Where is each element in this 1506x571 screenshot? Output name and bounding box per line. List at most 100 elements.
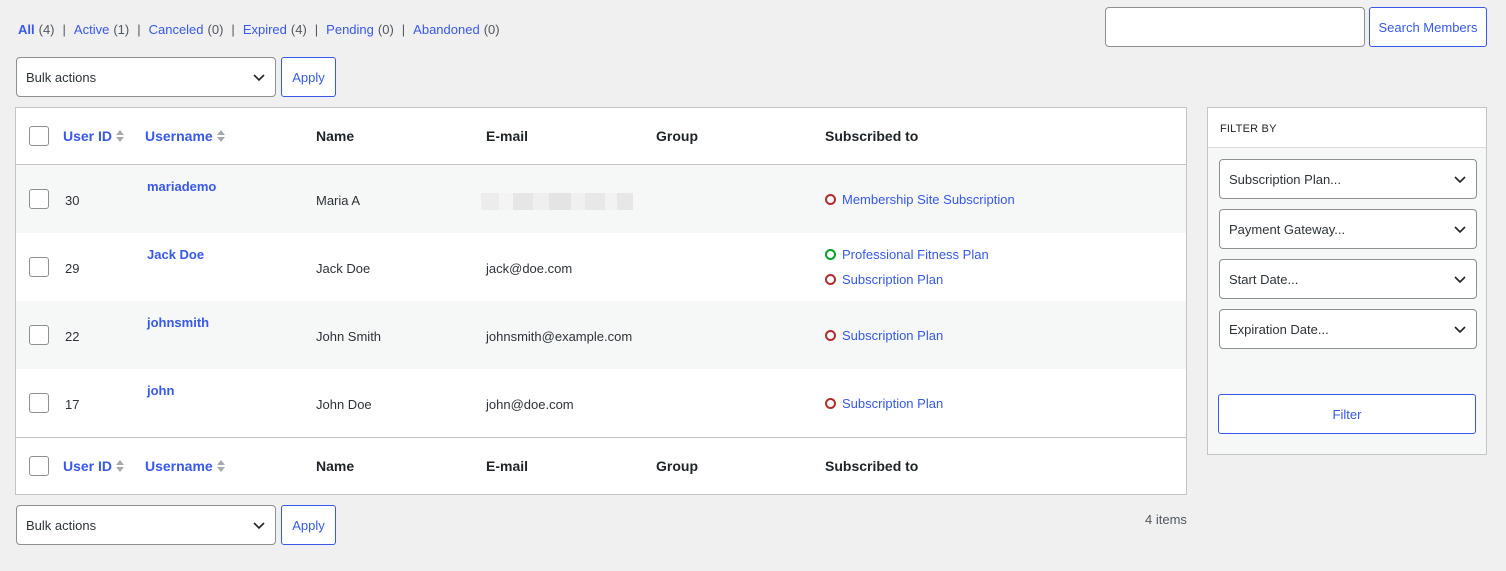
table-row: 22 johnsmith John Smith johnsmith@exampl… (16, 301, 1186, 369)
select-all-checkbox[interactable] (29, 456, 49, 476)
subscription-link[interactable]: Professional Fitness Plan (825, 247, 989, 262)
filter-all-label[interactable]: All (18, 22, 35, 37)
username-link[interactable]: john (147, 383, 174, 398)
column-subscribed-to: Subscribed to (825, 128, 919, 144)
row-checkbox[interactable] (29, 325, 49, 345)
row-checkbox[interactable] (29, 189, 49, 209)
column-user-id[interactable]: User ID (63, 128, 125, 144)
sort-icon[interactable] (116, 460, 125, 472)
chevron-down-icon (253, 74, 265, 82)
select-all-checkbox[interactable] (29, 126, 49, 146)
expiration-date-select[interactable]: Expiration Date... (1219, 309, 1477, 349)
subscription-link[interactable]: Membership Site Subscription (825, 192, 1015, 207)
table-row: 30 mariademo Maria A Membership Site Sub… (16, 165, 1186, 233)
member-name: John Doe (316, 397, 372, 412)
column-user-id[interactable]: User ID (63, 458, 125, 474)
status-filter-links: All (4) | Active (1) | Canceled (0) | Expir… (18, 22, 500, 37)
items-count: 4 items (1145, 512, 1187, 527)
filter-pending[interactable]: Pending (0) (326, 22, 394, 37)
sort-icon[interactable] (116, 130, 125, 142)
sort-icon[interactable] (216, 130, 225, 142)
filter-pending-label[interactable]: Pending (326, 22, 374, 37)
column-email: E-mail (486, 128, 529, 144)
payment-gateway-select[interactable]: Payment Gateway... (1219, 209, 1477, 249)
subscription-label[interactable]: Professional Fitness Plan (842, 247, 989, 262)
apply-button-top[interactable]: Apply (281, 57, 336, 97)
user-id: 29 (65, 261, 80, 276)
row-checkbox[interactable] (29, 393, 49, 413)
subscription-link[interactable]: Subscription Plan (825, 272, 943, 287)
status-dot-icon (825, 274, 836, 285)
subscription-link[interactable]: Subscription Plan (825, 396, 943, 411)
payment-gateway-select-label: Payment Gateway... (1229, 221, 1346, 237)
status-dot-icon (825, 249, 836, 260)
column-group: Group (656, 458, 698, 474)
subscription-label[interactable]: Subscription Plan (842, 328, 943, 343)
separator: | (62, 22, 66, 37)
status-dot-icon (825, 398, 836, 409)
table-footer: User ID Username Name E-mail Group Subsc… (16, 437, 1186, 494)
username-link[interactable]: johnsmith (147, 315, 209, 330)
table-row: 29 Jack Doe Jack Doe jack@doe.com Profes… (16, 233, 1186, 301)
bulk-actions-select-bottom[interactable]: Bulk actions (16, 505, 276, 545)
filter-active-count: (1) (113, 22, 130, 37)
member-name: Maria A (316, 193, 361, 208)
column-username-label[interactable]: Username (145, 458, 213, 474)
username-link[interactable]: Jack Doe (147, 247, 204, 262)
filter-abandoned-label[interactable]: Abandoned (413, 22, 480, 37)
subscription-link[interactable]: Subscription Plan (825, 328, 943, 343)
member-email: johnsmith@example.com (486, 329, 633, 344)
bulk-actions-label: Bulk actions (26, 69, 97, 85)
column-group: Group (656, 128, 698, 144)
separator: | (231, 22, 235, 37)
sort-icon[interactable] (216, 460, 225, 472)
separator: | (314, 22, 319, 37)
row-checkbox[interactable] (29, 257, 49, 277)
bulk-actions-select-top[interactable]: Bulk actions (16, 57, 276, 97)
column-username-label[interactable]: Username (145, 128, 213, 144)
filter-active-label[interactable]: Active (74, 22, 109, 37)
column-user-id-label[interactable]: User ID (63, 128, 112, 144)
filter-canceled-label[interactable]: Canceled (149, 22, 204, 37)
filter-expired-count: (4) (290, 22, 307, 37)
column-name: Name (316, 458, 355, 474)
start-date-select[interactable]: Start Date... (1219, 259, 1477, 299)
chevron-down-icon (1454, 226, 1466, 234)
filter-abandoned[interactable]: Abandoned (0) (413, 22, 499, 37)
filter-expired[interactable]: Expired (4) (243, 22, 307, 37)
separator: | (137, 22, 141, 37)
filter-pending-count: (0) (377, 22, 394, 37)
column-email: E-mail (486, 458, 529, 474)
filter-panel-title: FILTER BY (1208, 108, 1486, 148)
filter-all[interactable]: All (4) (18, 22, 55, 37)
member-name: John Smith (316, 329, 382, 344)
subscription-plan-select-label: Subscription Plan... (1229, 171, 1342, 187)
column-username[interactable]: Username (145, 458, 225, 474)
redacted-email (481, 193, 633, 210)
user-id: 22 (65, 329, 80, 344)
chevron-down-icon (1454, 176, 1466, 184)
subscription-label[interactable]: Membership Site Subscription (842, 192, 1015, 207)
username-link[interactable]: mariademo (147, 179, 216, 194)
user-id: 17 (65, 397, 80, 412)
search-input[interactable] (1105, 7, 1365, 47)
apply-button-bottom[interactable]: Apply (281, 505, 336, 545)
chevron-down-icon (253, 522, 265, 530)
member-email: john@doe.com (486, 397, 574, 412)
expiration-date-select-label: Expiration Date... (1229, 321, 1329, 337)
table-row: 17 john John Doe john@doe.com Subscripti… (16, 369, 1186, 437)
column-user-id-label[interactable]: User ID (63, 458, 112, 474)
subscription-plan-select[interactable]: Subscription Plan... (1219, 159, 1477, 199)
column-username[interactable]: Username (145, 128, 225, 144)
chevron-down-icon (1454, 276, 1466, 284)
filter-expired-label[interactable]: Expired (243, 22, 287, 37)
bulk-actions-label: Bulk actions (26, 517, 97, 533)
filter-active[interactable]: Active (1) (74, 22, 129, 37)
filter-button[interactable]: Filter (1218, 394, 1476, 434)
filter-abandoned-count: (0) (483, 22, 500, 37)
start-date-select-label: Start Date... (1229, 271, 1299, 287)
filter-canceled[interactable]: Canceled (0) (149, 22, 224, 37)
subscription-label[interactable]: Subscription Plan (842, 272, 943, 287)
subscription-label[interactable]: Subscription Plan (842, 396, 943, 411)
search-members-button[interactable]: Search Members (1369, 7, 1487, 47)
